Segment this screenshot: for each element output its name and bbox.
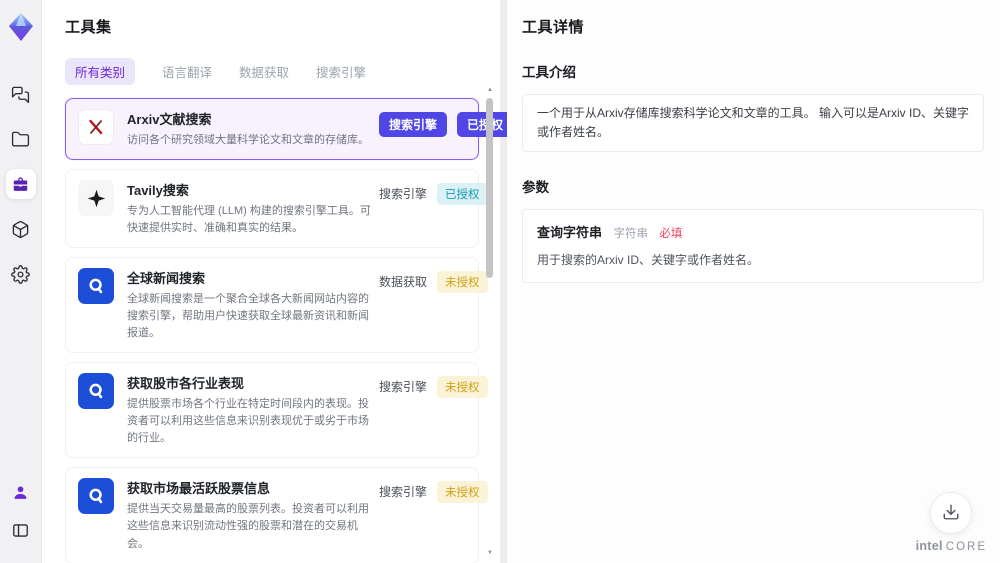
scrollbar[interactable]: ▲ ▼ [485,86,495,557]
sidebar-item-panel-toggle[interactable] [6,515,36,545]
tool-text: Tavily搜索 专为人工智能代理 (LLM) 构建的搜索引擎工具。可快速提供实… [127,180,379,237]
tab-category-1[interactable]: 语言翻译 [162,58,212,85]
download-icon [942,503,960,524]
intel-core-logo: intel core [916,539,987,553]
parameter-head: 查询字符串 字符串 必填 [537,222,969,242]
parameter-name: 查询字符串 [537,225,603,241]
tool-category-badge: 搜索引擎 [379,485,428,500]
tool-description: 全球新闻搜索是一个聚合全球各大新闻网站内容的搜索引擎，帮助用户快速获取全球最新资… [127,293,369,340]
tool-card[interactable]: Tavily搜索 专为人工智能代理 (LLM) 构建的搜索引擎工具。可快速提供实… [65,169,488,249]
tab-category-2[interactable]: 数据获取 [239,58,289,85]
toolbox-panel: 工具集 所有类别 语言翻译 数据获取 搜索引擎 Arxiv文献搜索 访问各个研究领域大… [42,0,514,563]
scroll-up-icon[interactable]: ▲ [485,86,495,94]
tool-description: 专为人工智能代理 (LLM) 构建的搜索引擎工具。可快速提供实时、准确和真实的结… [127,205,371,235]
tool-card[interactable]: 获取市场最活跃股票信息 提供当天交易量最高的股票列表。投资者可以利用这些信息来识… [65,467,488,563]
page-title: 工具集 [65,19,112,36]
app-window: 工具集 所有类别 语言翻译 数据获取 搜索引擎 Arxiv文献搜索 访问各个研究领域大… [0,0,1000,563]
folder-icon [11,130,30,149]
tool-meta: 数据获取 未授权 [379,268,488,294]
sidebar-item-folder[interactable] [6,124,36,154]
tool-text: 全球新闻搜索 全球新闻搜索是一个聚合全球各大新闻网站内容的搜索引擎，帮助用户快速… [127,268,379,342]
panel-divider [500,0,507,563]
sidebar-item-avatar[interactable] [6,477,36,507]
tool-status-badge: 已授权 [437,183,488,206]
sidebar-item-cube[interactable] [6,214,36,244]
tool-meta: 搜索引擎 未授权 [379,373,488,399]
category-tabs: 所有类别 语言翻译 数据获取 搜索引擎 [65,58,500,85]
intro-text: 一个用于从Arxiv存储库搜索科学论文和文章的工具。 输入可以是Arxiv ID… [522,94,984,153]
tool-name: 获取市场最活跃股票信息 [127,481,271,497]
sidebar [0,0,42,563]
tool-text: Arxiv文献搜索 访问各个研究领域大量科学论文和文章的存储库。 [127,109,379,149]
cube-icon [11,220,30,239]
parameter-description: 用于搜索的Arxiv ID、关键字或作者姓名。 [537,253,760,268]
params-heading: 参数 [522,180,549,196]
tab-category-3[interactable]: 搜索引擎 [316,58,366,85]
sidebar-bottom [6,477,36,553]
tool-description: 提供股票市场各个行业在特定时间段内的表现。投资者可以利用这些信息来识别表现优于或… [127,398,369,445]
tool-name: 全球新闻搜索 [127,271,206,287]
parameter-required-flag: 必填 [659,228,683,241]
param-list: 查询字符串 字符串 必填 用于搜索的Arxiv ID、关键字或作者姓名。 [522,209,984,284]
blue-tool-icon [78,478,114,515]
scroll-down-icon[interactable]: ▼ [485,549,495,557]
tool-list: Arxiv文献搜索 访问各个研究领域大量科学论文和文章的存储库。 搜索引擎 已授… [65,98,514,563]
brand-core: core [945,541,987,553]
tool-detail-panel: 工具详情 工具介绍 一个用于从Arxiv存储库搜索科学论文和文章的工具。 输入可… [507,0,1000,563]
avatar-icon [11,483,30,502]
chat-icon [11,85,30,104]
scrollbar-thumb[interactable] [486,98,493,278]
sidebar-item-chat[interactable] [6,79,36,109]
tool-text: 获取市场最活跃股票信息 提供当天交易量最高的股票列表。投资者可以利用这些信息来识… [127,478,379,552]
tool-meta: 搜索引擎 已授权 [379,180,488,206]
tool-status-badge: 未授权 [437,481,488,504]
parameter-card: 查询字符串 字符串 必填 用于搜索的Arxiv ID、关键字或作者姓名。 [522,209,984,284]
tool-category-badge: 搜索引擎 [379,112,448,137]
tool-card[interactable]: 获取股市各行业表现 提供股票市场各个行业在特定时间段内的表现。投资者可以利用这些… [65,362,488,459]
sidebar-item-gear[interactable] [6,259,36,289]
tavily-tool-icon [78,180,114,217]
parameter-type: 字符串 [613,228,648,241]
tool-description: 提供当天交易量最高的股票列表。投资者可以利用这些信息来识别流动性强的股票和潜在的… [127,503,369,550]
tool-status-badge: 未授权 [437,376,488,399]
tab-category-0[interactable]: 所有类别 [65,58,136,85]
tool-text: 获取股市各行业表现 提供股票市场各个行业在特定时间段内的表现。投资者可以利用这些… [127,373,379,447]
arxiv-tool-icon [78,109,114,145]
panel-toggle-icon [11,521,30,540]
brand-intel: intel [915,539,943,553]
tool-category-badge: 搜索引擎 [379,380,428,395]
tool-name: 获取股市各行业表现 [127,376,245,392]
gear-icon [11,264,30,284]
detail-title: 工具详情 [522,19,585,36]
blue-tool-icon [78,268,114,305]
download-button[interactable] [930,492,973,534]
tool-meta: 搜索引擎 未授权 [379,478,488,504]
tool-name: Arxiv文献搜索 [127,112,212,127]
tool-status-badge: 未授权 [437,271,488,294]
tool-description: 访问各个研究领域大量科学论文和文章的存储库。 [127,134,369,146]
bottom-right-corner: intel core [916,492,987,553]
sidebar-item-toolbox[interactable] [5,169,36,199]
tool-category-badge: 搜索引擎 [379,187,428,202]
blue-tool-icon [78,373,114,410]
toolbox-icon [11,175,30,194]
app-logo-icon[interactable] [7,11,35,43]
tool-category-badge: 数据获取 [379,275,428,290]
tool-name: Tavily搜索 [127,183,189,199]
tool-card[interactable]: 全球新闻搜索 全球新闻搜索是一个聚合全球各大新闻网站内容的搜索引擎，帮助用户快速… [65,257,488,354]
intro-heading: 工具介绍 [522,65,576,80]
tool-card[interactable]: Arxiv文献搜索 访问各个研究领域大量科学论文和文章的存储库。 搜索引擎 已授… [65,98,514,161]
sidebar-nav [5,79,36,304]
